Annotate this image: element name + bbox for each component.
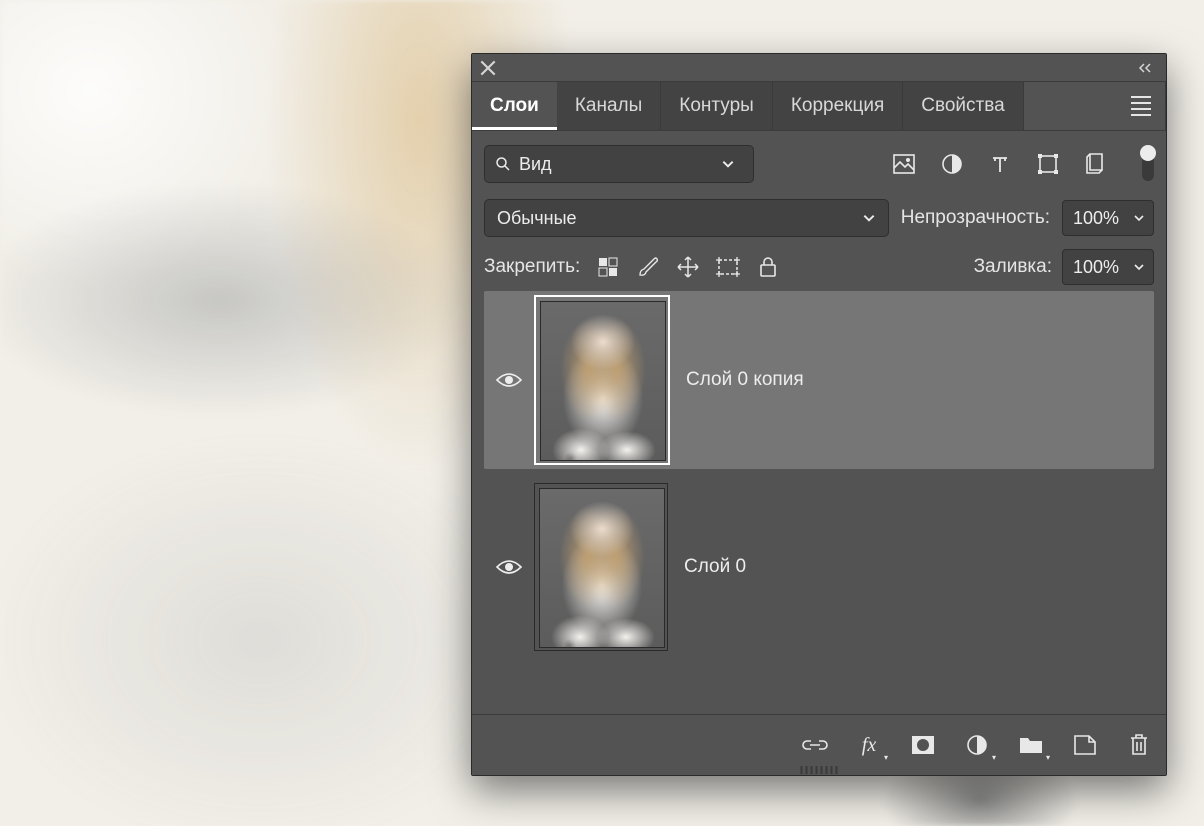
blend-mode-value: Обычные [497, 208, 577, 229]
chevron-down-icon [862, 211, 876, 225]
lock-group: Закрепить: [484, 255, 780, 279]
chevron-down-icon [721, 157, 743, 171]
fill-dropdown[interactable] [1125, 249, 1154, 285]
tab-layers[interactable]: Слои [472, 82, 557, 130]
filter-label: Вид [519, 154, 552, 175]
filter-row: Вид [472, 131, 1166, 193]
visibility-toggle[interactable] [484, 370, 534, 390]
layers-panel: Слои Каналы Контуры Коррекция Свойства В… [471, 53, 1167, 776]
mask-icon[interactable] [910, 732, 936, 758]
panel-tabs: Слои Каналы Контуры Коррекция Свойства [472, 82, 1166, 131]
filter-type-icons [892, 147, 1154, 181]
fill-label: Заливка: [974, 256, 1052, 278]
layer-row[interactable]: Слой 0 копия [484, 291, 1154, 469]
opacity-label: Непрозрачность: [901, 207, 1050, 229]
tab-paths[interactable]: Контуры [661, 82, 773, 130]
layers-list: Слой 0 копия Слой 0 [472, 291, 1166, 655]
visibility-toggle[interactable] [484, 557, 534, 577]
new-layer-icon[interactable] [1072, 732, 1098, 758]
lock-brush-icon[interactable] [636, 255, 660, 279]
layer-filter-select[interactable]: Вид [484, 145, 754, 183]
panel-bottom-bar: fx▾ ▾ ▾ [472, 714, 1166, 775]
adjustment-icon[interactable]: ▾ [964, 732, 990, 758]
layer-name[interactable]: Слой 0 [684, 556, 746, 578]
lock-pixels-icon[interactable] [596, 255, 620, 279]
close-icon[interactable] [480, 60, 496, 76]
lock-move-icon[interactable] [676, 255, 700, 279]
link-icon[interactable] [802, 732, 828, 758]
eye-icon [495, 557, 523, 577]
panel-menu-button[interactable] [1117, 82, 1166, 130]
group-icon[interactable]: ▾ [1018, 732, 1044, 758]
layer-row[interactable]: Слой 0 [484, 479, 1154, 655]
trash-icon[interactable] [1126, 732, 1152, 758]
shape-icon[interactable] [1036, 152, 1060, 176]
smartobj-icon[interactable] [1084, 152, 1108, 176]
blend-mode-select[interactable]: Обычные [484, 199, 889, 237]
tab-channels[interactable]: Каналы [557, 82, 661, 130]
fill-value[interactable]: 100% [1062, 249, 1130, 285]
tab-adjustments[interactable]: Коррекция [773, 82, 903, 130]
eye-icon [495, 370, 523, 390]
opacity-value[interactable]: 100% [1062, 200, 1130, 236]
opacity-dropdown[interactable] [1125, 200, 1154, 236]
lock-artboard-icon[interactable] [716, 255, 740, 279]
resize-grip[interactable] [801, 766, 838, 774]
fill-group: Заливка: 100% [974, 249, 1154, 285]
layer-thumbnail[interactable] [534, 483, 668, 651]
adjust-icon[interactable] [940, 152, 964, 176]
fx-icon[interactable]: fx▾ [856, 732, 882, 758]
layer-thumbnail[interactable] [534, 295, 670, 465]
collapse-icon[interactable] [1138, 63, 1158, 73]
lock-label: Закрепить: [484, 256, 580, 278]
filter-toggle[interactable] [1142, 147, 1154, 181]
panel-titlebar [472, 54, 1166, 82]
lock-all-icon[interactable] [756, 255, 780, 279]
hamburger-icon [1131, 96, 1151, 116]
blend-row: Обычные Непрозрачность: 100% [472, 193, 1166, 243]
search-icon [495, 156, 511, 172]
lock-row: Закрепить: Заливка: 100% [472, 243, 1166, 291]
image-icon[interactable] [892, 152, 916, 176]
type-icon[interactable] [988, 152, 1012, 176]
tab-properties[interactable]: Свойства [903, 82, 1023, 130]
layer-name[interactable]: Слой 0 копия [686, 369, 804, 391]
